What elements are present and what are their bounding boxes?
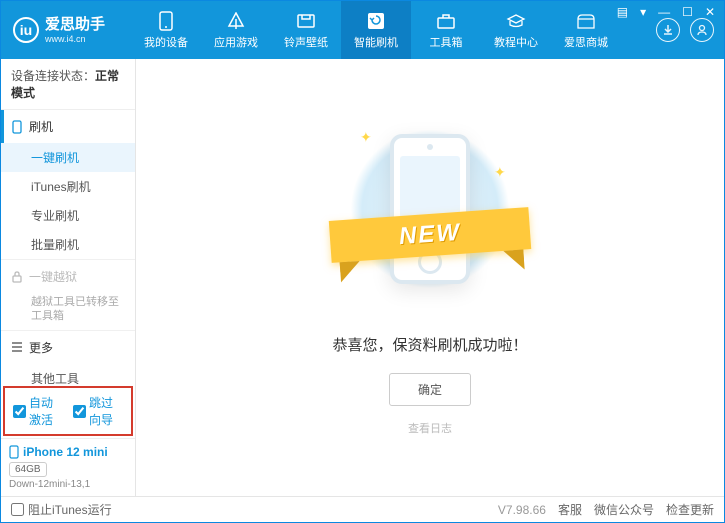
device-name: iPhone 12 mini	[23, 445, 108, 459]
jailbreak-note: 越狱工具已转移至 工具箱	[1, 293, 135, 330]
minimize-icon[interactable]: —	[655, 5, 673, 19]
success-illustration: ✦ ✦ ✦ NEW	[350, 119, 510, 319]
options-highlighted: 自动激活 跳过向导	[3, 386, 133, 436]
nav-store[interactable]: 爱思商城	[551, 1, 621, 59]
menu-more[interactable]: 更多	[1, 331, 135, 364]
customer-service-link[interactable]: 客服	[558, 501, 582, 518]
wechat-link[interactable]: 微信公众号	[594, 501, 654, 518]
menu-oneclick-flash[interactable]: 一键刷机	[1, 143, 135, 172]
connection-status: 设备连接状态：正常模式	[1, 59, 135, 110]
skip-setup-checkbox[interactable]: 跳过向导	[73, 394, 123, 428]
nav-apps-games[interactable]: 应用游戏	[201, 1, 271, 59]
menu-flash[interactable]: 刷机	[1, 110, 135, 143]
phone-icon	[156, 11, 176, 31]
lock-icon[interactable]: ▾	[637, 5, 649, 19]
main-content: ✦ ✦ ✦ NEW 恭喜您，保资料刷机成功啦！ 确定 查看日志	[136, 59, 724, 496]
app-title: 爱思助手	[45, 16, 105, 34]
logo-icon: iu	[13, 17, 39, 43]
menu-itunes-flash[interactable]: iTunes刷机	[1, 172, 135, 201]
title-bar: ▤ ▾ — ☐ ✕ iu 爱思助手 www.i4.cn 我的设备 应用游戏 铃声…	[1, 1, 724, 59]
store-icon	[576, 11, 596, 31]
phone-small-icon	[11, 120, 23, 134]
toolbox-icon	[436, 11, 456, 31]
refresh-icon	[366, 11, 386, 31]
nav-ringtones[interactable]: 铃声壁纸	[271, 1, 341, 59]
success-message: 恭喜您，保资料刷机成功啦！	[332, 334, 527, 355]
status-bar-footer: 阻止iTunes运行 V7.98.66 客服 微信公众号 检查更新	[1, 496, 724, 522]
device-storage: 64GB	[9, 462, 47, 477]
ok-button[interactable]: 确定	[389, 373, 471, 406]
device-icon	[9, 445, 19, 459]
check-update-link[interactable]: 检查更新	[666, 501, 714, 518]
auto-activate-checkbox[interactable]: 自动激活	[13, 394, 63, 428]
menu-pro-flash[interactable]: 专业刷机	[1, 201, 135, 230]
device-panel[interactable]: iPhone 12 mini 64GB Down-12mini-13,1	[1, 438, 135, 496]
close-icon[interactable]: ✕	[702, 5, 718, 19]
lock-icon	[11, 271, 23, 283]
prevent-itunes-checkbox[interactable]: 阻止iTunes运行	[11, 501, 112, 518]
maximize-icon[interactable]: ☐	[679, 5, 696, 19]
main-nav: 我的设备 应用游戏 铃声壁纸 智能刷机 工具箱 教程中心 爱思商城	[131, 1, 656, 59]
new-badge: NEW	[398, 219, 462, 251]
menu-icon[interactable]: ▤	[614, 5, 631, 19]
menu-jailbreak[interactable]: 一键越狱	[1, 260, 135, 293]
nav-smart-flash[interactable]: 智能刷机	[341, 1, 411, 59]
nav-toolbox[interactable]: 工具箱	[411, 1, 481, 59]
grad-cap-icon	[506, 11, 526, 31]
brand: iu 爱思助手 www.i4.cn	[1, 16, 131, 45]
nav-my-device[interactable]: 我的设备	[131, 1, 201, 59]
user-button[interactable]	[690, 18, 714, 42]
list-icon	[11, 342, 23, 352]
sidebar: 设备连接状态：正常模式 刷机 一键刷机 iTunes刷机 专业刷机 批量刷机 一…	[1, 59, 136, 496]
device-firmware: Down-12mini-13,1	[9, 479, 127, 490]
menu-batch-flash[interactable]: 批量刷机	[1, 230, 135, 259]
app-url: www.i4.cn	[45, 34, 105, 45]
folder-icon	[296, 11, 316, 31]
nav-tutorials[interactable]: 教程中心	[481, 1, 551, 59]
version-label: V7.98.66	[498, 503, 546, 517]
download-button[interactable]	[656, 18, 680, 42]
window-controls: ▤ ▾ — ☐ ✕	[614, 5, 718, 19]
apps-icon	[226, 11, 246, 31]
menu-other-tools[interactable]: 其他工具	[1, 364, 135, 384]
view-log-link[interactable]: 查看日志	[408, 420, 452, 436]
